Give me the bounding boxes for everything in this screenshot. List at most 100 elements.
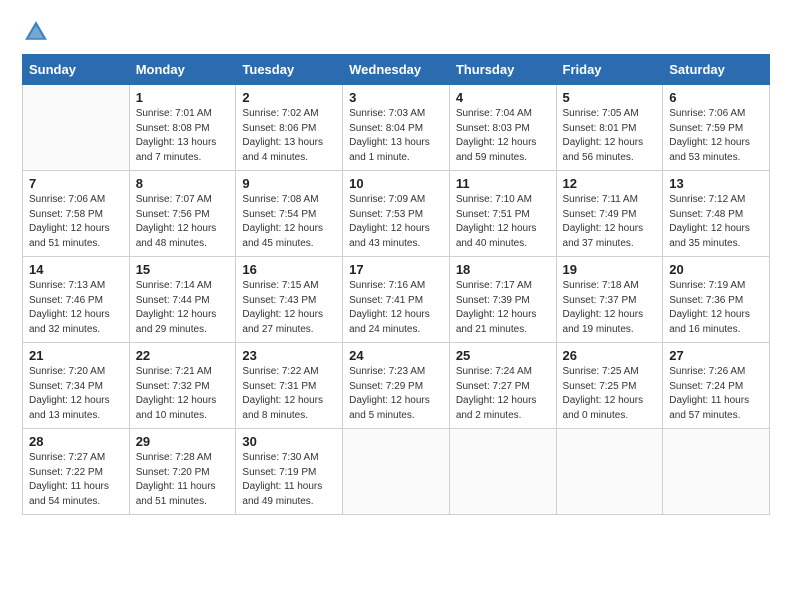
cell-sunrise: Sunrise: 7:13 AM xyxy=(29,279,123,294)
col-header-monday: Monday xyxy=(129,55,236,85)
calendar-cell: 8 Sunrise: 7:07 AMSunset: 7:56 PMDaylight… xyxy=(129,171,236,257)
cell-daylight: Daylight: 12 hours and 5 minutes. xyxy=(349,394,443,423)
cell-daylight: Daylight: 13 hours and 1 minute. xyxy=(349,136,443,165)
cell-sunrise: Sunrise: 7:07 AM xyxy=(136,193,230,208)
cell-sunset: Sunset: 7:36 PM xyxy=(669,294,763,309)
week-row-2: 7Sunrise: 7:06 AMSunset: 7:58 PMDaylight… xyxy=(23,171,770,257)
cell-info: Sunrise: 7:21 AMSunset: 7:32 PMDaylight:… xyxy=(136,365,230,423)
cell-day-number: 28 xyxy=(29,434,123,449)
cell-day-number: 20 xyxy=(669,262,763,277)
calendar-cell: 15 Sunrise: 7:14 AMSunset: 7:44 PMDayligh… xyxy=(129,257,236,343)
cell-sunrise: Sunrise: 7:14 AM xyxy=(136,279,230,294)
cell-day-number: 24 xyxy=(349,348,443,363)
cell-sunset: Sunset: 7:44 PM xyxy=(136,294,230,309)
cell-sunrise: Sunrise: 7:22 AM xyxy=(242,365,336,380)
cell-day-number: 21 xyxy=(29,348,123,363)
cell-daylight: Daylight: 11 hours and 49 minutes. xyxy=(242,480,336,509)
calendar-cell: 20Sunrise: 7:19 AMSunset: 7:36 PMDayligh… xyxy=(663,257,770,343)
calendar-cell: 25Sunrise: 7:24 AMSunset: 7:27 PMDayligh… xyxy=(449,343,556,429)
cell-sunset: Sunset: 8:04 PM xyxy=(349,122,443,137)
cell-sunset: Sunset: 7:39 PM xyxy=(456,294,550,309)
week-row-5: 28 Sunrise: 7:27 AMSunset: 7:22 PM Dayligh… xyxy=(23,429,770,515)
header xyxy=(22,18,770,46)
cell-sunrise: Sunrise: 7:18 AM xyxy=(563,279,657,294)
cell-sunrise: Sunrise: 7:05 AM xyxy=(563,107,657,122)
cell-sunrise: Sunrise: 7:10 AM xyxy=(456,193,550,208)
cell-sunrise: Sunrise: 7:26 AM xyxy=(669,365,763,380)
calendar-cell: 26Sunrise: 7:25 AMSunset: 7:25 PMDayligh… xyxy=(556,343,663,429)
cell-daylight: Daylight: 12 hours and 53 minutes. xyxy=(669,136,763,165)
cell-sunset: Sunset: 7:41 PM xyxy=(349,294,443,309)
cell-sunset: Sunset: 8:06 PM xyxy=(242,122,336,137)
cell-sunset: Sunset: 7:43 PM xyxy=(242,294,336,309)
cell-sunrise: Sunrise: 7:16 AM xyxy=(349,279,443,294)
cell-daylight: Daylight: 12 hours and 24 minutes. xyxy=(349,308,443,337)
cell-day-number: 27 xyxy=(669,348,763,363)
cell-sunrise: Sunrise: 7:03 AM xyxy=(349,107,443,122)
cell-day-number: 1 xyxy=(136,90,230,105)
calendar-cell: 19 Sunrise: 7:18 AMSunset: 7:37 PMDayligh… xyxy=(556,257,663,343)
cell-info: Sunrise: 7:09 AMSunset: 7:53 PMDaylight:… xyxy=(349,193,443,251)
cell-sunset: Sunset: 8:08 PM xyxy=(136,122,230,137)
calendar-cell: 14Sunrise: 7:13 AMSunset: 7:46 PMDayligh… xyxy=(23,257,130,343)
cell-day-number: 16 xyxy=(242,262,336,277)
week-row-1: 1 Sunrise: 7:01 AMSunset: 8:08 PMDaylight… xyxy=(23,85,770,171)
calendar-cell: 23 Sunrise: 7:22 AMSunset: 7:31 PMDayligh… xyxy=(236,343,343,429)
cell-daylight: Daylight: 12 hours and 21 minutes. xyxy=(456,308,550,337)
cell-info: Sunrise: 7:11 AMSunset: 7:49 PMDaylight:… xyxy=(563,193,657,251)
cell-daylight: Daylight: 12 hours and 0 minutes. xyxy=(563,394,657,423)
cell-day-number: 11 xyxy=(456,176,550,191)
calendar-cell: 17Sunrise: 7:16 AMSunset: 7:41 PMDayligh… xyxy=(343,257,450,343)
cell-day-number: 19 xyxy=(563,262,657,277)
cell-info: Sunrise: 7:06 AMSunset: 7:58 PMDaylight:… xyxy=(29,193,123,251)
cell-day-number: 22 xyxy=(136,348,230,363)
cell-daylight: Daylight: 13 hours and 7 minutes. xyxy=(136,136,230,165)
cell-info: Sunrise: 7:18 AMSunset: 7:37 PMDaylight:… xyxy=(563,279,657,337)
cell-daylight: Daylight: 12 hours and 37 minutes. xyxy=(563,222,657,251)
cell-info: Sunrise: 7:23 AMSunset: 7:29 PMDaylight:… xyxy=(349,365,443,423)
cell-sunrise: Sunrise: 7:27 AM xyxy=(29,451,123,466)
cell-info: Sunrise: 7:26 AMSunset: 7:24 PMDaylight:… xyxy=(669,365,763,423)
col-header-friday: Friday xyxy=(556,55,663,85)
cell-sunset: Sunset: 7:19 PM xyxy=(242,466,336,481)
cell-sunset: Sunset: 7:51 PM xyxy=(456,208,550,223)
cell-sunset: Sunset: 7:48 PM xyxy=(669,208,763,223)
cell-daylight: Daylight: 11 hours and 51 minutes. xyxy=(136,480,230,509)
cell-sunrise: Sunrise: 7:09 AM xyxy=(349,193,443,208)
cell-info: Sunrise: 7:20 AMSunset: 7:34 PMDaylight:… xyxy=(29,365,123,423)
cell-sunrise: Sunrise: 7:30 AM xyxy=(242,451,336,466)
calendar-cell xyxy=(663,429,770,515)
calendar-cell: 4Sunrise: 7:04 AMSunset: 8:03 PMDaylight… xyxy=(449,85,556,171)
week-row-3: 14Sunrise: 7:13 AMSunset: 7:46 PMDayligh… xyxy=(23,257,770,343)
cell-sunset: Sunset: 7:56 PM xyxy=(136,208,230,223)
week-row-4: 21 Sunrise: 7:20 AMSunset: 7:34 PMDayligh… xyxy=(23,343,770,429)
calendar-cell: 22 Sunrise: 7:21 AMSunset: 7:32 PMDayligh… xyxy=(129,343,236,429)
cell-info: Sunrise: 7:24 AMSunset: 7:27 PMDaylight:… xyxy=(456,365,550,423)
cell-day-number: 15 xyxy=(136,262,230,277)
calendar-table: SundayMondayTuesdayWednesdayThursdayFrid… xyxy=(22,54,770,515)
cell-daylight: Daylight: 12 hours and 8 minutes. xyxy=(242,394,336,423)
cell-daylight: Daylight: 12 hours and 27 minutes. xyxy=(242,308,336,337)
cell-sunrise: Sunrise: 7:15 AM xyxy=(242,279,336,294)
cell-sunset: Sunset: 8:03 PM xyxy=(456,122,550,137)
cell-day-number: 23 xyxy=(242,348,336,363)
cell-day-number: 8 xyxy=(136,176,230,191)
cell-daylight: Daylight: 12 hours and 43 minutes. xyxy=(349,222,443,251)
cell-sunset: Sunset: 7:29 PM xyxy=(349,380,443,395)
cell-sunset: Sunset: 7:27 PM xyxy=(456,380,550,395)
cell-info: Sunrise: 7:25 AMSunset: 7:25 PMDaylight:… xyxy=(563,365,657,423)
cell-info: Sunrise: 7:05 AMSunset: 8:01 PMDaylight:… xyxy=(563,107,657,165)
cell-sunset: Sunset: 7:22 PM xyxy=(29,466,123,481)
cell-info: Sunrise: 7:22 AMSunset: 7:31 PMDaylight:… xyxy=(242,365,336,423)
calendar-cell: 21 Sunrise: 7:20 AMSunset: 7:34 PMDayligh… xyxy=(23,343,130,429)
cell-daylight: Daylight: 12 hours and 35 minutes. xyxy=(669,222,763,251)
calendar-cell xyxy=(23,85,130,171)
cell-sunrise: Sunrise: 7:23 AM xyxy=(349,365,443,380)
cell-sunrise: Sunrise: 7:02 AM xyxy=(242,107,336,122)
cell-sunset: Sunset: 7:49 PM xyxy=(563,208,657,223)
cell-sunset: Sunset: 8:01 PM xyxy=(563,122,657,137)
cell-info: Sunrise: 7:14 AMSunset: 7:44 PMDaylight:… xyxy=(136,279,230,337)
cell-daylight: Daylight: 12 hours and 48 minutes. xyxy=(136,222,230,251)
cell-info: Sunrise: 7:01 AMSunset: 8:08 PMDaylight:… xyxy=(136,107,230,165)
cell-daylight: Daylight: 13 hours and 4 minutes. xyxy=(242,136,336,165)
